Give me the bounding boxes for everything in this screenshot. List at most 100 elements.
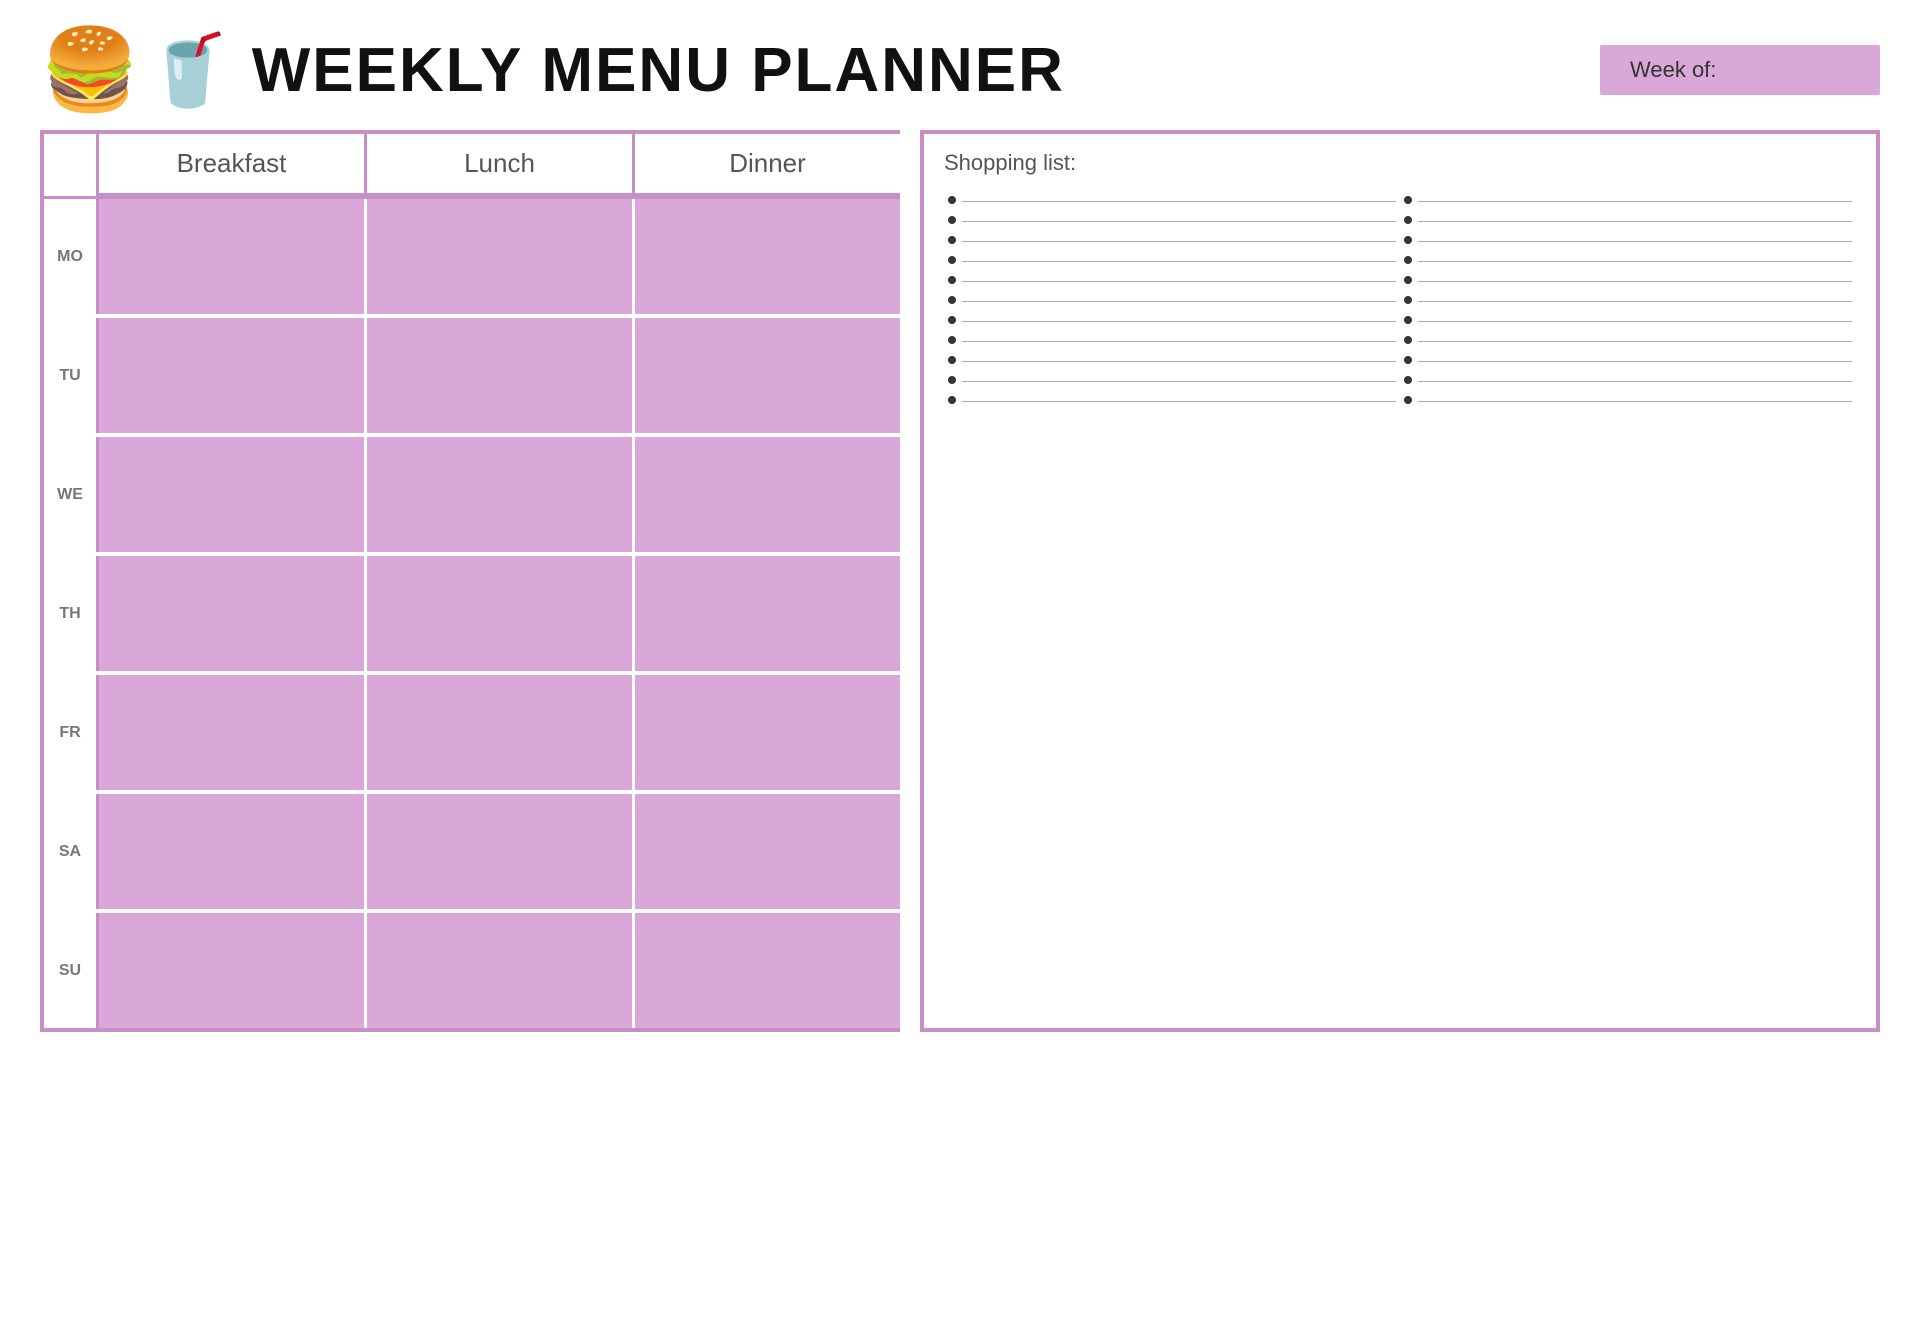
day-label-tu: TU — [44, 318, 99, 433]
list-item[interactable] — [1400, 270, 1856, 290]
bullet-icon — [1404, 396, 1412, 404]
bullet-icon — [1404, 376, 1412, 384]
list-item[interactable] — [1400, 310, 1856, 330]
planner-table: Breakfast Lunch Dinner MO TU WE — [40, 130, 900, 1032]
shopping-line — [1418, 261, 1852, 262]
shopping-line — [962, 341, 1396, 342]
shopping-line — [962, 201, 1396, 202]
shopping-line — [1418, 321, 1852, 322]
logo-area: 🍔 🥤 — [40, 30, 232, 110]
fr-breakfast-cell[interactable] — [99, 675, 367, 790]
list-item[interactable] — [944, 230, 1400, 250]
bullet-icon — [948, 356, 956, 364]
we-lunch-cell[interactable] — [367, 437, 635, 552]
bullet-icon — [948, 316, 956, 324]
mo-lunch-cell[interactable] — [367, 199, 635, 314]
list-item[interactable] — [1400, 290, 1856, 310]
shopping-line — [962, 381, 1396, 382]
list-item[interactable] — [944, 190, 1400, 210]
th-breakfast-cell[interactable] — [99, 556, 367, 671]
we-dinner-cell[interactable] — [635, 437, 900, 552]
list-item[interactable] — [1400, 210, 1856, 230]
bullet-icon — [948, 196, 956, 204]
shopping-line — [962, 301, 1396, 302]
bullet-icon — [1404, 276, 1412, 284]
sa-breakfast-cell[interactable] — [99, 794, 367, 909]
shopping-line — [962, 221, 1396, 222]
table-row: TH — [44, 556, 900, 675]
list-item[interactable] — [1400, 350, 1856, 370]
page-header: 🍔 🥤 WEEKLY MENU PLANNER Week of: — [40, 30, 1880, 110]
su-lunch-cell[interactable] — [367, 913, 635, 1028]
bullet-icon — [948, 236, 956, 244]
bullet-icon — [1404, 216, 1412, 224]
shopping-line — [962, 321, 1396, 322]
list-item[interactable] — [944, 370, 1400, 390]
fr-dinner-cell[interactable] — [635, 675, 900, 790]
fr-lunch-cell[interactable] — [367, 675, 635, 790]
day-label-sa: SA — [44, 794, 99, 909]
list-item[interactable] — [944, 310, 1400, 330]
list-item[interactable] — [944, 390, 1400, 410]
bullet-icon — [1404, 356, 1412, 364]
week-of-field[interactable]: Week of: — [1600, 45, 1880, 95]
shopping-list-title: Shopping list: — [944, 150, 1856, 176]
bullet-icon — [1404, 256, 1412, 264]
table-row: WE — [44, 437, 900, 556]
list-item[interactable] — [944, 350, 1400, 370]
sa-lunch-cell[interactable] — [367, 794, 635, 909]
we-breakfast-cell[interactable] — [99, 437, 367, 552]
bullet-icon — [948, 276, 956, 284]
list-item[interactable] — [944, 290, 1400, 310]
list-item[interactable] — [1400, 250, 1856, 270]
page-title: WEEKLY MENU PLANNER — [252, 35, 1065, 106]
lunch-header: Lunch — [367, 134, 635, 196]
shopping-line — [1418, 281, 1852, 282]
shopping-line — [962, 361, 1396, 362]
planner-header-row: Breakfast Lunch Dinner — [44, 134, 900, 199]
table-row: MO — [44, 199, 900, 318]
shopping-line — [1418, 201, 1852, 202]
mo-dinner-cell[interactable] — [635, 199, 900, 314]
day-label-fr: FR — [44, 675, 99, 790]
shopping-line — [1418, 241, 1852, 242]
drink-icon: 🥤 — [145, 35, 232, 105]
shopping-line — [962, 261, 1396, 262]
sa-dinner-cell[interactable] — [635, 794, 900, 909]
burger-icon: 🍔 — [40, 30, 140, 110]
list-item[interactable] — [1400, 370, 1856, 390]
list-item[interactable] — [944, 270, 1400, 290]
list-item[interactable] — [1400, 330, 1856, 350]
table-row: SA — [44, 794, 900, 913]
bullet-icon — [948, 216, 956, 224]
su-dinner-cell[interactable] — [635, 913, 900, 1028]
list-item[interactable] — [1400, 190, 1856, 210]
week-of-label: Week of: — [1630, 57, 1716, 82]
corner-cell — [44, 134, 99, 196]
day-label-we: WE — [44, 437, 99, 552]
list-item[interactable] — [1400, 230, 1856, 250]
list-item[interactable] — [944, 330, 1400, 350]
th-lunch-cell[interactable] — [367, 556, 635, 671]
shopping-section: Shopping list: — [920, 130, 1880, 1032]
su-breakfast-cell[interactable] — [99, 913, 367, 1028]
tu-breakfast-cell[interactable] — [99, 318, 367, 433]
tu-dinner-cell[interactable] — [635, 318, 900, 433]
list-item[interactable] — [1400, 390, 1856, 410]
list-item[interactable] — [944, 250, 1400, 270]
mo-breakfast-cell[interactable] — [99, 199, 367, 314]
shopping-line — [1418, 221, 1852, 222]
bullet-icon — [948, 376, 956, 384]
shopping-line — [1418, 401, 1852, 402]
bullet-icon — [948, 296, 956, 304]
breakfast-header: Breakfast — [99, 134, 367, 196]
shopping-line — [1418, 301, 1852, 302]
list-item[interactable] — [944, 210, 1400, 230]
th-dinner-cell[interactable] — [635, 556, 900, 671]
dinner-header: Dinner — [635, 134, 900, 196]
bullet-icon — [1404, 316, 1412, 324]
shopping-line — [1418, 381, 1852, 382]
bullet-icon — [948, 336, 956, 344]
table-row: TU — [44, 318, 900, 437]
tu-lunch-cell[interactable] — [367, 318, 635, 433]
